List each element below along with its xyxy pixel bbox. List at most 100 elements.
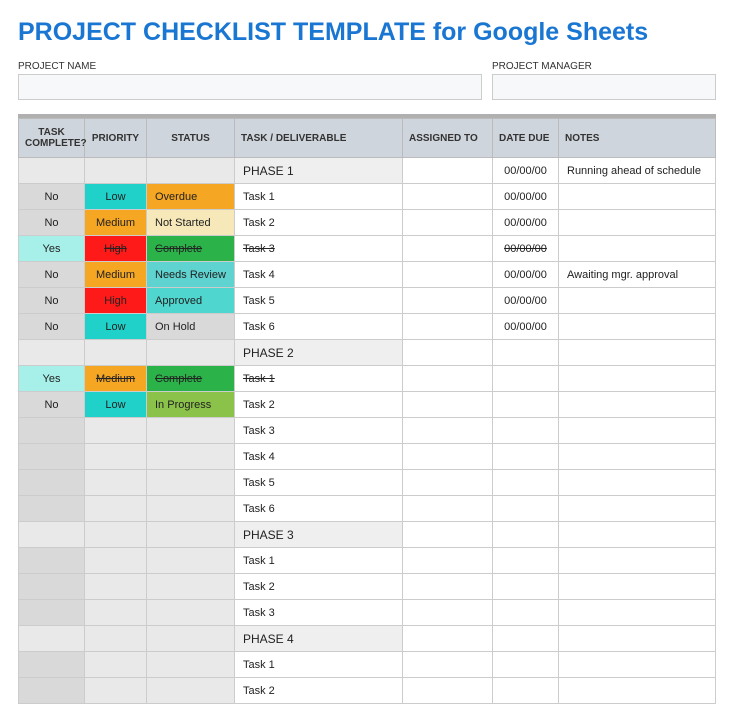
cell-task[interactable]: Task 1	[235, 652, 403, 678]
cell-assigned[interactable]	[403, 470, 493, 496]
cell-assigned[interactable]	[403, 444, 493, 470]
cell-complete[interactable]: No	[19, 392, 85, 418]
cell-priority[interactable]	[85, 574, 147, 600]
cell-priority[interactable]	[85, 600, 147, 626]
cell-task[interactable]: Task 5	[235, 470, 403, 496]
cell-priority[interactable]	[85, 678, 147, 704]
cell-assigned[interactable]	[403, 288, 493, 314]
cell-complete[interactable]	[19, 496, 85, 522]
cell-notes[interactable]	[559, 210, 716, 236]
cell-complete[interactable]: No	[19, 210, 85, 236]
cell-complete[interactable]	[19, 158, 85, 184]
cell-assigned[interactable]	[403, 262, 493, 288]
project-manager-input[interactable]	[492, 74, 716, 100]
cell-priority[interactable]	[85, 470, 147, 496]
cell-complete[interactable]: Yes	[19, 236, 85, 262]
cell-status[interactable]: Overdue	[147, 184, 235, 210]
cell-notes[interactable]: Running ahead of schedule	[559, 158, 716, 184]
cell-task[interactable]: Task 6	[235, 496, 403, 522]
cell-complete[interactable]	[19, 652, 85, 678]
cell-notes[interactable]	[559, 470, 716, 496]
cell-notes[interactable]	[559, 574, 716, 600]
cell-task[interactable]: Task 2	[235, 678, 403, 704]
cell-priority[interactable]: Low	[85, 184, 147, 210]
cell-date[interactable]	[493, 470, 559, 496]
cell-assigned[interactable]	[403, 210, 493, 236]
cell-phase-title[interactable]: PHASE 2	[235, 340, 403, 366]
cell-notes[interactable]	[559, 522, 716, 548]
cell-date[interactable]	[493, 600, 559, 626]
cell-assigned[interactable]	[403, 184, 493, 210]
cell-task[interactable]: Task 1	[235, 366, 403, 392]
cell-status[interactable]	[147, 340, 235, 366]
cell-date[interactable]: 00/00/00	[493, 184, 559, 210]
cell-complete[interactable]	[19, 522, 85, 548]
cell-priority[interactable]	[85, 652, 147, 678]
cell-complete[interactable]	[19, 340, 85, 366]
cell-assigned[interactable]	[403, 652, 493, 678]
cell-complete[interactable]	[19, 444, 85, 470]
cell-task[interactable]: Task 3	[235, 600, 403, 626]
cell-phase-title[interactable]: PHASE 3	[235, 522, 403, 548]
cell-notes[interactable]	[559, 340, 716, 366]
cell-assigned[interactable]	[403, 392, 493, 418]
cell-status[interactable]: Complete	[147, 366, 235, 392]
cell-priority[interactable]: Medium	[85, 262, 147, 288]
cell-date[interactable]: 00/00/00	[493, 288, 559, 314]
cell-notes[interactable]	[559, 184, 716, 210]
cell-task[interactable]: Task 1	[235, 184, 403, 210]
cell-assigned[interactable]	[403, 366, 493, 392]
cell-priority[interactable]: Medium	[85, 366, 147, 392]
cell-assigned[interactable]	[403, 236, 493, 262]
cell-date[interactable]	[493, 652, 559, 678]
cell-phase-title[interactable]: PHASE 1	[235, 158, 403, 184]
cell-date[interactable]: 00/00/00	[493, 314, 559, 340]
cell-status[interactable]	[147, 444, 235, 470]
cell-task[interactable]: Task 3	[235, 236, 403, 262]
cell-date[interactable]	[493, 548, 559, 574]
cell-task[interactable]: Task 1	[235, 548, 403, 574]
cell-assigned[interactable]	[403, 418, 493, 444]
cell-notes[interactable]	[559, 600, 716, 626]
cell-status[interactable]	[147, 418, 235, 444]
cell-notes[interactable]	[559, 626, 716, 652]
cell-task[interactable]: Task 5	[235, 288, 403, 314]
cell-status[interactable]: Approved	[147, 288, 235, 314]
cell-status[interactable]: Not Started	[147, 210, 235, 236]
cell-assigned[interactable]	[403, 314, 493, 340]
cell-date[interactable]	[493, 574, 559, 600]
cell-date[interactable]: 00/00/00	[493, 210, 559, 236]
cell-complete[interactable]	[19, 678, 85, 704]
cell-date[interactable]: 00/00/00	[493, 158, 559, 184]
cell-task[interactable]: Task 2	[235, 392, 403, 418]
cell-status[interactable]: On Hold	[147, 314, 235, 340]
cell-date[interactable]	[493, 392, 559, 418]
cell-date[interactable]: 00/00/00	[493, 262, 559, 288]
cell-complete[interactable]	[19, 600, 85, 626]
cell-priority[interactable]	[85, 496, 147, 522]
cell-date[interactable]	[493, 626, 559, 652]
cell-assigned[interactable]	[403, 496, 493, 522]
cell-priority[interactable]	[85, 522, 147, 548]
cell-notes[interactable]	[559, 392, 716, 418]
cell-status[interactable]	[147, 652, 235, 678]
cell-priority[interactable]: Medium	[85, 210, 147, 236]
cell-assigned[interactable]	[403, 600, 493, 626]
cell-status[interactable]	[147, 600, 235, 626]
cell-status[interactable]: Needs Review	[147, 262, 235, 288]
cell-complete[interactable]: No	[19, 184, 85, 210]
cell-status[interactable]	[147, 522, 235, 548]
cell-task[interactable]: Task 4	[235, 262, 403, 288]
cell-task[interactable]: Task 2	[235, 574, 403, 600]
cell-priority[interactable]	[85, 340, 147, 366]
cell-assigned[interactable]	[403, 158, 493, 184]
cell-task[interactable]: Task 6	[235, 314, 403, 340]
cell-notes[interactable]	[559, 288, 716, 314]
cell-date[interactable]: 00/00/00	[493, 236, 559, 262]
cell-notes[interactable]	[559, 236, 716, 262]
cell-status[interactable]	[147, 626, 235, 652]
cell-complete[interactable]: Yes	[19, 366, 85, 392]
cell-complete[interactable]	[19, 574, 85, 600]
cell-notes[interactable]	[559, 548, 716, 574]
cell-phase-title[interactable]: PHASE 4	[235, 626, 403, 652]
